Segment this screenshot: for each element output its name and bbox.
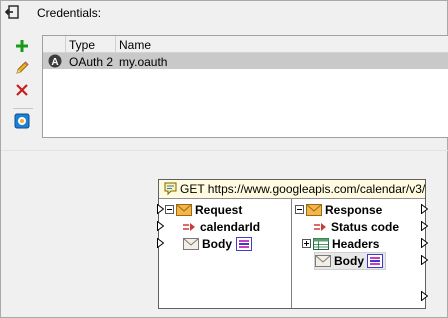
structure-icon[interactable] xyxy=(367,254,383,268)
column-separator xyxy=(115,36,116,52)
output-port-icon[interactable] xyxy=(421,255,428,265)
credentials-panel: Credentials: Type Name A OAuth 2 my.oaut… xyxy=(0,0,448,318)
add-button[interactable] xyxy=(11,36,33,56)
table-row[interactable]: A OAuth 2 my.oauth xyxy=(43,53,448,69)
component-header[interactable]: GET https://www.googleapis.com/calendar/… xyxy=(159,180,425,199)
parameter-icon xyxy=(183,223,195,231)
row-name: my.oauth xyxy=(119,55,168,69)
collapse-icon[interactable] xyxy=(295,205,304,214)
headers-node[interactable]: Headers xyxy=(302,236,402,252)
component-title: GET https://www.googleapis.com/calendar/… xyxy=(180,182,425,196)
toolbar-separator xyxy=(13,108,33,109)
status-code-label: Status code xyxy=(331,220,400,234)
request-body-label: Body xyxy=(202,237,232,251)
table-icon xyxy=(313,238,329,250)
response-label: Response xyxy=(325,203,383,217)
credentials-label: Credentials: xyxy=(37,6,102,20)
assign-credential-icon xyxy=(14,113,30,129)
input-port-icon[interactable] xyxy=(157,204,164,214)
calendarid-label: calendarId xyxy=(200,220,261,234)
parameter-icon xyxy=(314,223,326,231)
request-body-node[interactable]: Body xyxy=(183,236,283,252)
output-port-icon[interactable] xyxy=(421,238,428,248)
output-port-icon[interactable] xyxy=(421,221,428,231)
response-node[interactable]: Response xyxy=(295,202,415,218)
request-label: Request xyxy=(195,203,243,217)
structure-icon[interactable] xyxy=(236,237,252,251)
envelope-icon xyxy=(176,204,192,216)
rest-call-component[interactable]: GET https://www.googleapis.com/calendar/… xyxy=(157,179,428,309)
collapse-icon[interactable] xyxy=(165,205,174,214)
auth-badge-icon: A xyxy=(48,54,62,68)
output-port-icon[interactable] xyxy=(421,204,428,214)
input-port-icon[interactable] xyxy=(157,238,164,248)
delete-button[interactable] xyxy=(11,80,33,100)
envelope-icon xyxy=(306,204,322,216)
row-type: OAuth 2 xyxy=(69,55,114,69)
headers-label: Headers xyxy=(332,237,380,251)
panel-divider xyxy=(1,150,448,151)
table-header: Type Name xyxy=(43,36,448,53)
response-body-label: Body xyxy=(334,254,364,268)
response-body-node[interactable]: Body xyxy=(314,252,386,270)
exit-icon[interactable] xyxy=(4,4,20,20)
column-separator xyxy=(65,36,66,52)
web-service-icon xyxy=(164,182,177,196)
column-header-type[interactable]: Type xyxy=(69,38,95,52)
plus-icon xyxy=(16,40,28,52)
output-port-icon[interactable] xyxy=(421,291,428,301)
component-column-separator xyxy=(291,199,292,308)
edit-button[interactable] xyxy=(11,58,33,78)
pencil-icon xyxy=(16,61,29,74)
auth-badge-letter: A xyxy=(51,57,58,68)
calendarid-node[interactable]: calendarId xyxy=(183,219,283,235)
input-port-icon[interactable] xyxy=(157,221,164,231)
request-node[interactable]: Request xyxy=(165,202,265,218)
column-header-name[interactable]: Name xyxy=(119,38,151,52)
x-icon xyxy=(16,84,28,96)
envelope-icon xyxy=(315,255,331,267)
credentials-table: Type Name A OAuth 2 my.oauth xyxy=(42,35,448,138)
envelope-icon xyxy=(183,238,199,250)
assign-credential-button[interactable] xyxy=(11,111,33,131)
expand-icon[interactable] xyxy=(302,239,311,248)
status-code-node[interactable]: Status code xyxy=(314,219,414,235)
